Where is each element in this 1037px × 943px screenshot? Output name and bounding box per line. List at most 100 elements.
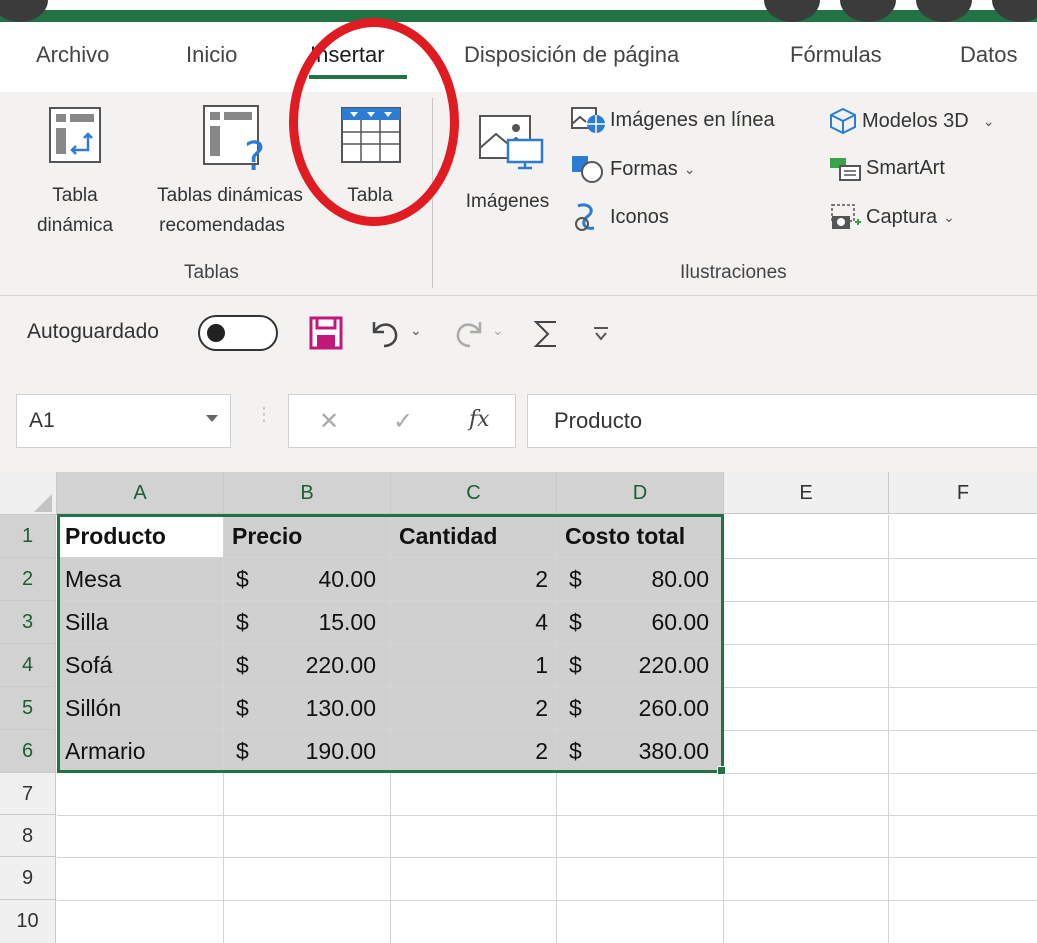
imagenes-en-linea-button[interactable]: Imágenes en línea xyxy=(570,106,775,134)
cancel-icon[interactable]: ✕ xyxy=(319,407,339,436)
smartart-button[interactable]: SmartArt xyxy=(828,154,945,182)
tab-insertar[interactable]: Insertar xyxy=(310,42,385,68)
row-header-5[interactable]: 5 xyxy=(0,687,56,730)
iconos-button[interactable]: Iconos xyxy=(570,202,669,232)
cell-b1[interactable]: Precio xyxy=(224,515,391,558)
formas-button[interactable]: Formas ⌄ xyxy=(570,154,696,184)
row-header-9[interactable]: 9 xyxy=(0,857,56,900)
column-header-b[interactable]: B xyxy=(224,472,391,514)
modelos-3d-chevron-down-icon: ⌄ xyxy=(982,112,995,129)
imagenes-button[interactable]: Imágenes xyxy=(450,102,565,212)
column-header-c[interactable]: C xyxy=(391,472,557,514)
name-box-dropdown-icon[interactable] xyxy=(206,415,218,422)
row-header-10[interactable]: 10 xyxy=(0,900,56,943)
column-header-e[interactable]: E xyxy=(724,472,889,514)
currency-symbol: $ xyxy=(569,738,582,764)
cell-b3[interactable]: $15.00 xyxy=(224,601,391,644)
cell-c3[interactable]: 4 xyxy=(391,601,557,644)
currency-symbol: $ xyxy=(569,609,582,635)
select-all-corner[interactable] xyxy=(0,472,57,515)
tab-datos[interactable]: Datos xyxy=(960,42,1017,68)
ilustraciones-group-label: Ilustraciones xyxy=(680,262,787,283)
name-box[interactable]: A1 xyxy=(16,394,231,448)
cell-a3[interactable]: Silla xyxy=(57,601,224,644)
cell-b4[interactable]: $220.00 xyxy=(224,644,391,687)
row-line xyxy=(57,857,1037,858)
formula-bar: A1 ⋮ ✕ ✓ fx Producto xyxy=(0,376,1037,472)
tabla-dinamica-button[interactable]: Tabla dinámica xyxy=(20,102,130,242)
formas-chevron-down-icon: ⌄ xyxy=(683,160,696,177)
imagenes-en-linea-label: Imágenes en línea xyxy=(610,108,775,131)
currency-symbol: $ xyxy=(236,738,249,764)
row-line xyxy=(57,815,1037,816)
cell-c1[interactable]: Cantidad xyxy=(391,515,557,558)
cell-a2[interactable]: Mesa xyxy=(57,558,224,601)
row-header-3[interactable]: 3 xyxy=(0,601,56,644)
ribbon-tabs: Archivo Inicio Insertar Disposición de p… xyxy=(0,30,1037,90)
cell-c4[interactable]: 1 xyxy=(391,644,557,687)
row-header-8[interactable]: 8 xyxy=(0,815,56,857)
tabla-label: Tabla xyxy=(347,185,393,206)
undo-chevron-down-icon[interactable]: ⌄ xyxy=(410,322,422,339)
cell-b6[interactable]: $190.00 xyxy=(224,730,391,773)
row-header-7[interactable]: 7 xyxy=(0,773,56,815)
formula-value: Producto xyxy=(554,408,643,433)
row-header-1[interactable]: 1 xyxy=(0,515,56,558)
row-header-2[interactable]: 2 xyxy=(0,558,56,601)
cell-text: Silla xyxy=(65,609,109,635)
cell-a6[interactable]: Armario xyxy=(57,730,224,773)
cell-d1[interactable]: Costo total xyxy=(557,515,724,558)
formula-buttons: ✕ ✓ fx xyxy=(288,394,516,448)
tab-formulas[interactable]: Fórmulas xyxy=(790,42,882,68)
tab-archivo[interactable]: Archivo xyxy=(36,42,109,68)
title-bar xyxy=(0,0,1037,22)
formula-bar-dots-icon: ⋮ xyxy=(255,404,273,424)
cell-a5[interactable]: Sillón xyxy=(57,687,224,730)
row-header-6[interactable]: 6 xyxy=(0,730,56,773)
column-header-d[interactable]: D xyxy=(557,472,724,514)
tablas-dinamicas-recomendadas-button[interactable]: ? Tablas dinámicas recomendadas xyxy=(140,102,320,242)
ribbon-separator xyxy=(432,98,433,288)
spreadsheet-grid: A B C D E F 1 2 3 4 5 6 7 8 9 10 Product… xyxy=(0,472,1037,943)
cell-c2[interactable]: 2 xyxy=(391,558,557,601)
column-header-a[interactable]: A xyxy=(57,472,224,514)
redo-icon[interactable] xyxy=(450,314,486,350)
redo-chevron-down-icon[interactable]: ⌄ xyxy=(492,322,504,339)
save-icon[interactable] xyxy=(308,315,344,351)
formas-label: Formas xyxy=(610,157,678,180)
row-line xyxy=(724,773,1037,774)
autosave-toggle[interactable] xyxy=(198,315,278,351)
insert-function-icon[interactable]: fx xyxy=(469,407,490,432)
svg-text:?: ? xyxy=(244,134,265,172)
cell-d6[interactable]: $380.00 xyxy=(557,730,724,773)
online-pictures-icon xyxy=(571,107,605,133)
tabla-dinamica-label-1: Tabla xyxy=(52,185,98,206)
currency-symbol: $ xyxy=(569,695,582,721)
cell-c5[interactable]: 2 xyxy=(391,687,557,730)
customize-toolbar-icon[interactable] xyxy=(592,324,610,344)
formula-input[interactable]: Producto xyxy=(527,394,1037,448)
tabla-button[interactable]: Tabla xyxy=(330,102,410,212)
cell-c6[interactable]: 2 xyxy=(391,730,557,773)
tab-disposicion-de-pagina[interactable]: Disposición de página xyxy=(464,42,679,68)
cell-b5[interactable]: $130.00 xyxy=(224,687,391,730)
tablas-group-label: Tablas xyxy=(184,262,239,283)
captura-button[interactable]: Captura ⌄ xyxy=(828,202,955,232)
cell-d5[interactable]: $260.00 xyxy=(557,687,724,730)
cell-d3[interactable]: $60.00 xyxy=(557,601,724,644)
cell-d2[interactable]: $80.00 xyxy=(557,558,724,601)
ribbon: Tabla dinámica ? Tablas dinámicas recome… xyxy=(0,92,1037,295)
undo-icon[interactable] xyxy=(368,314,404,350)
enter-icon[interactable]: ✓ xyxy=(393,407,413,436)
cell-b2[interactable]: $40.00 xyxy=(224,558,391,601)
column-header-f[interactable]: F xyxy=(889,472,1037,514)
fill-handle[interactable] xyxy=(717,766,726,775)
row-header-4[interactable]: 4 xyxy=(0,644,56,687)
modelos-3d-button[interactable]: Modelos 3D ⌄ xyxy=(828,106,994,136)
cell-a4[interactable]: Sofá xyxy=(57,644,224,687)
autosum-icon[interactable] xyxy=(532,318,560,350)
cell-a1[interactable]: Producto xyxy=(57,515,224,558)
cell-d4[interactable]: $220.00 xyxy=(557,644,724,687)
tab-inicio[interactable]: Inicio xyxy=(186,42,237,68)
cell-amount: 80.00 xyxy=(651,566,709,592)
